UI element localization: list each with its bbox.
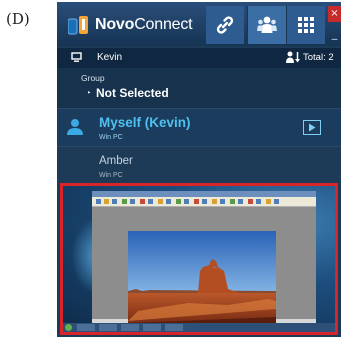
minimize-button[interactable]: _ [328, 24, 341, 44]
toolbar-glyph-icon [176, 199, 181, 204]
toolbar-glyph-icon [266, 199, 271, 204]
start-button-icon [65, 324, 72, 331]
monitor-icon [71, 52, 82, 62]
toolbar-glyph-icon [166, 199, 171, 204]
app-title: NovoConnect [95, 16, 193, 34]
link-button[interactable] [206, 6, 244, 44]
taskbar-item [99, 324, 117, 331]
grid-icon [298, 17, 314, 33]
toolbar-glyph-icon [112, 199, 117, 204]
app-window-toolbar [92, 197, 316, 207]
group-expand-arrow-icon: ‣ [87, 89, 92, 97]
participant-name: Myself (Kevin) [99, 115, 191, 130]
users-icon [257, 16, 277, 33]
user-bar: Kevin Total: 2 [57, 48, 341, 68]
toolbar-glyph-icon [212, 199, 217, 204]
total-count: Total: 2 [303, 52, 334, 63]
toolbar-glyph-icon [256, 199, 261, 204]
toolbar-glyph-icon [194, 199, 199, 204]
group-selector[interactable]: Group ‣ Not Selected [57, 68, 341, 108]
toolbar-glyph-icon [274, 199, 279, 204]
app-window-canvas [92, 207, 316, 329]
toolbar-glyph-icon [122, 199, 127, 204]
participant-device: Win PC [99, 134, 123, 141]
novoconnect-window: NovoConnect × _ Kevin Total: 2 Group ‣ N… [57, 2, 341, 337]
link-icon [216, 16, 234, 34]
toolbar-glyph-icon [220, 199, 225, 204]
title-bar: NovoConnect × _ [57, 2, 341, 46]
taskbar-item [77, 324, 95, 331]
person-icon [67, 119, 83, 135]
toolbar-glyph-icon [104, 199, 109, 204]
toolbar-glyph-icon [238, 199, 243, 204]
participant-row[interactable]: Amber Win PC [57, 146, 341, 183]
presentation-icon [309, 123, 316, 132]
novoconnect-logo-icon [68, 16, 88, 35]
close-button[interactable]: × [328, 6, 341, 22]
taskbar-item [165, 324, 183, 331]
participant-row[interactable]: Myself (Kevin) Win PC [57, 108, 341, 147]
toolbar-glyph-icon [96, 199, 101, 204]
app-title-rest: Connect [134, 16, 193, 33]
shared-app-window [92, 191, 316, 329]
taskbar-item [121, 324, 139, 331]
toolbar-glyph-icon [202, 199, 207, 204]
taskbar [63, 323, 335, 332]
participant-name: Amber [99, 155, 133, 167]
desert-photo [128, 231, 276, 329]
toolbar-glyph-icon [140, 199, 145, 204]
desktop-background [63, 186, 335, 332]
group-label: Group [81, 73, 105, 83]
toolbar-glyph-icon [148, 199, 153, 204]
users-button[interactable] [247, 6, 287, 44]
present-button[interactable] [303, 120, 321, 135]
user-name: Kevin [97, 52, 123, 63]
figure-label: (D) [6, 10, 30, 28]
person-sort-icon [286, 51, 300, 63]
toolbar-glyph-icon [130, 199, 135, 204]
group-value: Not Selected [96, 86, 169, 100]
app-title-bold: Novo [95, 16, 135, 33]
toolbar-glyph-icon [184, 199, 189, 204]
toolbar-glyph-icon [158, 199, 163, 204]
toolbar-glyph-icon [248, 199, 253, 204]
screen-preview[interactable] [60, 183, 338, 335]
toolbar-glyph-icon [230, 199, 235, 204]
taskbar-item [143, 324, 161, 331]
grid-button[interactable] [287, 6, 325, 44]
participant-device: Win PC [99, 172, 123, 179]
